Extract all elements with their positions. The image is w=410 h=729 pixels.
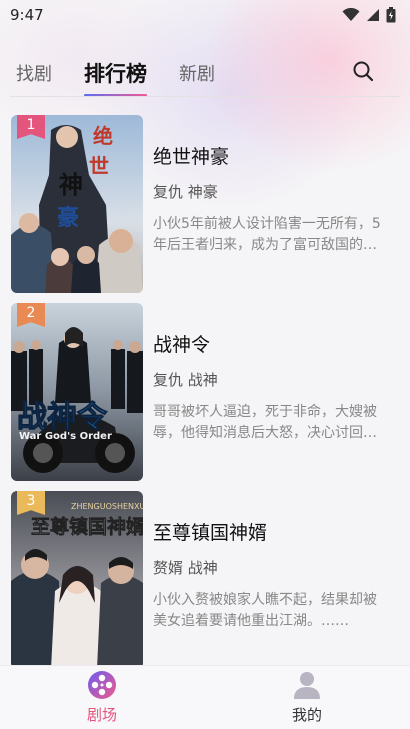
battery-icon xyxy=(386,7,396,23)
bottom-navigation: 剧场 我的 xyxy=(0,665,410,729)
cover-subtitle-art: War God's Order xyxy=(19,431,112,442)
drama-item[interactable]: ZHENGUOSHENXU 至尊镇国神婿 3 至尊镇国神婿 赘婿 战神 小伙入赘… xyxy=(11,491,401,669)
drama-cover[interactable]: 绝 世 神 豪 xyxy=(11,115,143,293)
drama-title: 至尊镇国神婿 xyxy=(153,522,268,544)
tab-divider xyxy=(10,96,400,97)
svg-text:神: 神 xyxy=(59,170,83,199)
drama-item[interactable]: 战神令 War God's Order 2 战神令 复仇 战神 哥哥被坏人逼迫，… xyxy=(11,303,401,481)
nav-label: 我的 xyxy=(291,706,322,724)
search-icon[interactable] xyxy=(352,60,374,82)
drama-description: 哥哥被坏人逼迫，死于非命，大嫂被辱，他得知消息后大怒，决心讨回公道…… xyxy=(153,404,377,441)
status-icons xyxy=(342,7,396,23)
tab-find-drama[interactable]: 找剧 xyxy=(16,51,52,95)
tab-new-drama[interactable]: 新剧 xyxy=(179,51,215,95)
drama-tags: 复仇 神豪 xyxy=(153,183,218,201)
drama-cover[interactable]: ZHENGUOSHENXU 至尊镇国神婿 xyxy=(11,491,143,669)
cover-subtitle-art: ZHENGUOSHENXU xyxy=(71,502,143,511)
cover-title-art: 至尊镇国神婿 xyxy=(31,515,143,538)
wifi-icon xyxy=(342,8,360,21)
svg-text:豪: 豪 xyxy=(57,205,79,231)
cover-title-art: 绝 xyxy=(93,124,113,148)
drama-description: 小伙入赘被娘家人瞧不起，结果却被美女追着要请他重出江湖。…… xyxy=(153,592,377,629)
status-bar: 9:47 xyxy=(0,0,410,30)
signal-icon xyxy=(367,9,379,21)
nav-label: 剧场 xyxy=(86,706,117,724)
drama-tags: 赘婿 战神 xyxy=(153,559,218,577)
drama-description: 小伙5年前被人设计陷害一无所有，5年后王者归来，成为了富可敌国的神豪…… xyxy=(153,216,381,253)
tab-ranking[interactable]: 排行榜 xyxy=(84,51,147,97)
cover-title-art: 战神令 xyxy=(17,400,108,435)
drama-title: 绝世神豪 xyxy=(153,146,230,168)
nav-theater[interactable]: 剧场 xyxy=(52,670,152,725)
drama-title: 战神令 xyxy=(153,334,211,356)
tab-bar: 找剧 排行榜 新剧 xyxy=(0,48,410,98)
user-icon xyxy=(294,672,320,699)
nav-mine[interactable]: 我的 xyxy=(257,670,357,725)
svg-text:世: 世 xyxy=(89,154,109,178)
drama-item[interactable]: 绝 世 神 豪 1 绝世神豪 复仇 神豪 小伙5年前被人设计陷害一无所有，5年后… xyxy=(11,115,401,293)
status-time: 9:47 xyxy=(10,6,44,24)
drama-cover[interactable]: 战神令 War God's Order xyxy=(11,303,143,481)
film-reel-icon xyxy=(88,671,116,699)
drama-tags: 复仇 战神 xyxy=(153,371,218,389)
